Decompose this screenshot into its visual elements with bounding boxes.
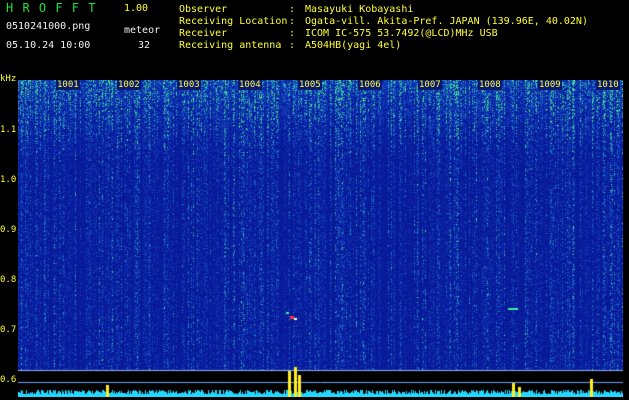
minute-label: 1006 [358,80,382,90]
app-title: H R O F F T [6,1,97,15]
date-time: 05.10.24 10:00 [6,40,91,51]
info-separator: : [289,4,296,15]
info-row-location: Receiving Location : Ogata-vill. Akita-P… [179,16,588,28]
minute-label: 1001 [56,80,80,90]
info-label: Observer [179,4,228,15]
minute-label: 1008 [478,80,502,90]
info-label: Receiving antenna [179,40,282,51]
minute-label: 1004 [238,80,262,90]
app-version: 1.00 [124,3,149,14]
file-name: 0510241000.png [6,21,91,32]
y-tick: 0.9 [0,225,17,235]
minute-label: 1003 [177,80,201,90]
hroft-spectrogram-window: H R O F F T 1.00 0510241000.png meteor 0… [0,0,629,400]
info-value: Masayuki Kobayashi [305,4,414,15]
spectrogram-image [18,80,623,397]
info-label: Receiver [179,28,228,39]
info-value: A504HB(yagi 4el) [305,40,402,51]
info-separator: : [289,28,296,39]
meteor-count: 32 [138,40,151,51]
minute-label: 1007 [418,80,442,90]
station-info: Observer : Masayuki Kobayashi Receiving … [179,4,588,52]
y-tick: 1.1 [0,125,17,135]
info-row-antenna: Receiving antenna : A504HB(yagi 4el) [179,40,588,52]
info-row-observer: Observer : Masayuki Kobayashi [179,4,588,16]
frequency-axis: kHz 1.1 1.0 0.9 0.8 0.7 0.6 [0,0,18,400]
y-axis-unit: kHz [0,74,17,84]
y-tick: 0.8 [0,275,17,285]
info-row-receiver: Receiver : ICOM IC-575 53.7492(@LCD)MHz … [179,28,588,40]
info-value: ICOM IC-575 53.7492(@LCD)MHz USB [305,28,498,39]
minute-label: 1010 [596,80,620,90]
y-tick: 0.7 [0,325,17,335]
meteor-label: meteor [124,25,161,36]
y-tick: 1.0 [0,175,17,185]
minute-label: 1005 [298,80,322,90]
info-separator: : [289,40,296,51]
info-value: Ogata-vill. Akita-Pref. JAPAN (139.96E, … [305,16,588,27]
minute-label: 1002 [117,80,141,90]
y-tick: 0.6 [0,375,17,385]
info-separator: : [289,16,296,27]
info-label: Receiving Location [179,16,288,27]
minute-label: 1009 [538,80,562,90]
